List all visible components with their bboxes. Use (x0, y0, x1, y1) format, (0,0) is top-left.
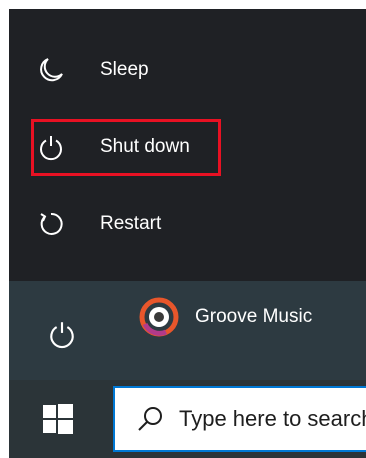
taskbar: Type here to search (9, 380, 366, 458)
power-icon (50, 322, 74, 349)
restart-menu-item[interactable]: Restart (9, 190, 366, 258)
restart-icon (36, 209, 66, 239)
search-placeholder: Type here to search (179, 406, 366, 431)
taskbar-search-box[interactable]: Type here to search (113, 386, 366, 452)
start-button[interactable] (41, 402, 75, 436)
start-menu-bottom: Groove Music (9, 281, 366, 380)
shut-down-highlight-box (31, 119, 221, 176)
windows-icon (43, 404, 73, 434)
groove-music-icon (139, 297, 179, 337)
moon-icon (36, 55, 66, 85)
restart-label: Restart (100, 213, 162, 234)
groove-music-label: Groove Music (195, 306, 313, 327)
search-icon (137, 406, 163, 432)
sleep-menu-item[interactable]: Sleep (9, 36, 366, 104)
sleep-label: Sleep (100, 59, 149, 80)
groove-music-app-item[interactable]: Groove Music (139, 297, 312, 337)
power-button[interactable] (47, 319, 77, 349)
power-options-menu: Sleep Shut down Restart (9, 9, 366, 281)
start-menu-window: Sleep Shut down Restart Groove Music Typ… (9, 9, 366, 458)
